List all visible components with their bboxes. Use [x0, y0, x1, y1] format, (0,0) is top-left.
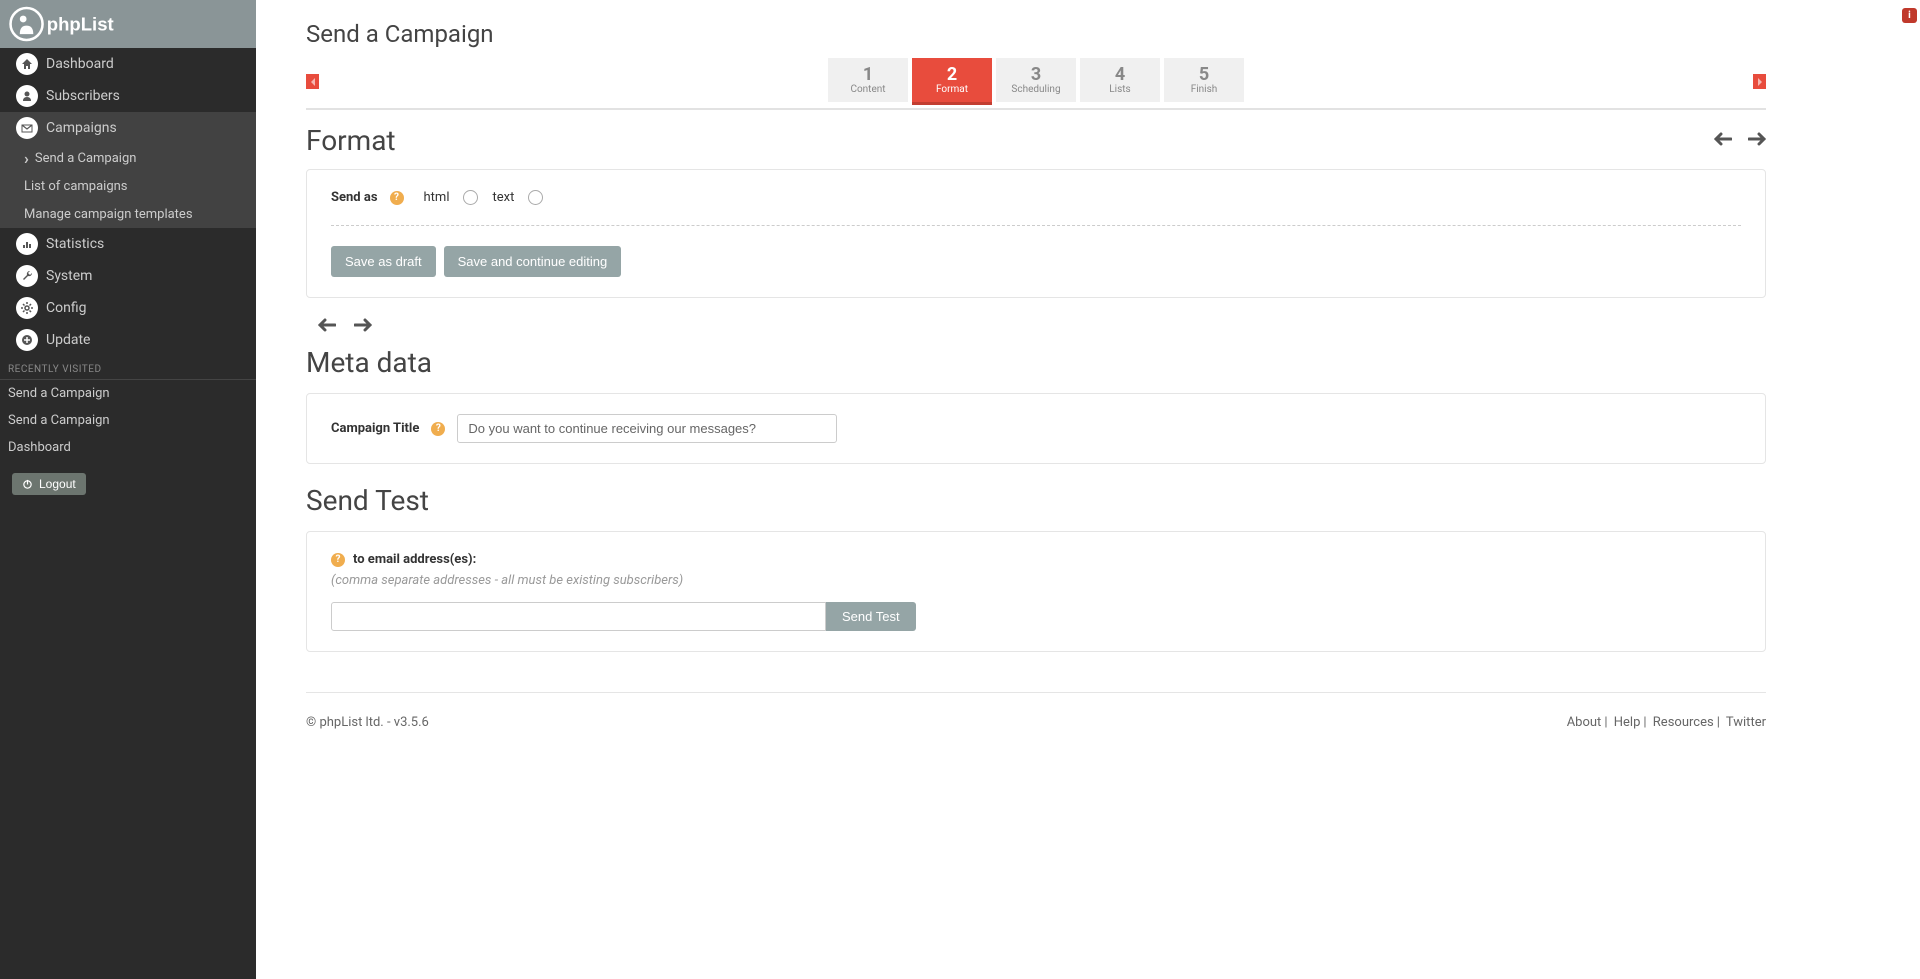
nav-label: Campaigns [46, 120, 117, 136]
subnav-label: Send a Campaign [35, 151, 137, 166]
footer-link-resources[interactable]: Resources [1653, 715, 1714, 730]
sidebar-item-dashboard[interactable]: Dashboard [0, 48, 256, 80]
step-format[interactable]: 2Format [912, 58, 992, 105]
sidebar-item-campaigns[interactable]: Campaigns [0, 112, 256, 144]
sidebar-item-config[interactable]: Config [0, 292, 256, 324]
campaign-title-input[interactable] [457, 414, 837, 443]
recent-list: Send a Campaign Send a Campaign Dashboar… [0, 380, 256, 461]
step-finish[interactable]: 5Finish [1164, 58, 1244, 102]
step-num: 1 [863, 66, 873, 84]
section-next[interactable] [1748, 132, 1766, 150]
wrench-icon [16, 265, 38, 287]
footer-version: - v3.5.6 [384, 715, 429, 730]
step-num: 5 [1199, 66, 1209, 84]
svg-text:phpList: phpList [47, 14, 114, 35]
subnav-manage-templates[interactable]: Manage campaign templates [0, 200, 256, 228]
send-test-button[interactable]: Send Test [826, 602, 916, 631]
text-option-label: text [492, 190, 514, 205]
step-num: 3 [1031, 66, 1041, 84]
step-label: Scheduling [1011, 84, 1060, 95]
footer-link-twitter[interactable]: Twitter [1726, 715, 1766, 730]
step-lists[interactable]: 4Lists [1080, 58, 1160, 102]
plus-icon [16, 329, 38, 351]
power-icon [22, 479, 33, 490]
footer-link-help[interactable]: Help [1614, 715, 1641, 730]
subnav-label: List of campaigns [24, 179, 128, 194]
test-note: (comma separate addresses - all must be … [331, 573, 1741, 588]
format-panel: Send as ? html text Save as draft Save a… [306, 169, 1766, 298]
recent-item[interactable]: Send a Campaign [0, 407, 256, 434]
gear-icon [16, 297, 38, 319]
help-icon[interactable]: ? [331, 553, 345, 567]
sidebar-item-update[interactable]: Update [0, 324, 256, 356]
nav-label: Statistics [46, 236, 104, 252]
section-prev[interactable] [1714, 132, 1732, 150]
nav-label: Update [46, 332, 90, 348]
send-as-label: Send as [331, 190, 378, 205]
step-num: 2 [947, 66, 957, 84]
recent-item[interactable]: Send a Campaign [0, 380, 256, 407]
footer: © phpList ltd. - v3.5.6 About| Help| Res… [306, 692, 1766, 752]
meta-heading: Meta data [306, 346, 1766, 379]
radio-html[interactable] [463, 190, 478, 205]
steps: 1Content 2Format 3Scheduling 4Lists 5Fin… [828, 58, 1244, 105]
wizard-bar: 1Content 2Format 3Scheduling 4Lists 5Fin… [306, 58, 1766, 105]
send-test-panel: ? to email address(es): (comma separate … [306, 531, 1766, 652]
html-option-label: html [424, 190, 450, 205]
help-icon[interactable]: ? [431, 422, 445, 436]
subnav-send-campaign[interactable]: Send a Campaign [0, 144, 256, 172]
step-label: Content [850, 84, 885, 95]
test-email-input[interactable] [331, 602, 826, 631]
home-icon [16, 53, 38, 75]
step-label: Lists [1109, 84, 1130, 95]
campaign-title-label: Campaign Title [331, 421, 419, 436]
below-next[interactable] [354, 318, 372, 336]
user-icon [16, 85, 38, 107]
page-title: Send a Campaign [306, 20, 1766, 48]
main-nav: Dashboard Subscribers Campaigns Send a C… [0, 48, 256, 356]
meta-panel: Campaign Title ? [306, 393, 1766, 464]
logout-button[interactable]: Logout [12, 473, 86, 495]
sidebar-item-statistics[interactable]: Statistics [0, 228, 256, 260]
nav-label: System [46, 268, 92, 284]
logout-label: Logout [39, 477, 76, 491]
nav-label: Config [46, 300, 86, 316]
campaigns-subnav: Send a Campaign List of campaigns Manage… [0, 144, 256, 228]
recent-section-title: RECENTLY VISITED [0, 356, 256, 380]
radio-text[interactable] [528, 190, 543, 205]
context-help-badge[interactable]: i [1902, 8, 1917, 23]
footer-copyright[interactable]: © phpList ltd. [306, 715, 384, 730]
step-label: Finish [1191, 84, 1218, 95]
nav-label: Subscribers [46, 88, 120, 104]
below-prev[interactable] [318, 318, 336, 336]
recent-item[interactable]: Dashboard [0, 434, 256, 461]
help-icon[interactable]: ? [390, 191, 404, 205]
sidebar-item-system[interactable]: System [0, 260, 256, 292]
save-continue-button[interactable]: Save and continue editing [444, 246, 622, 277]
chart-icon [16, 233, 38, 255]
sidebar-item-subscribers[interactable]: Subscribers [0, 80, 256, 112]
step-scheduling[interactable]: 3Scheduling [996, 58, 1076, 102]
sidebar: phpList Dashboard Subscribers Campaigns … [0, 0, 256, 979]
step-num: 4 [1115, 66, 1125, 84]
step-label: Format [936, 84, 968, 95]
format-heading: Format [306, 124, 396, 157]
send-test-heading: Send Test [306, 484, 1766, 517]
footer-link-about[interactable]: About [1567, 715, 1602, 730]
save-as-draft-button[interactable]: Save as draft [331, 246, 436, 277]
subnav-label: Manage campaign templates [24, 207, 193, 222]
subnav-list-campaigns[interactable]: List of campaigns [0, 172, 256, 200]
sidebar-header: phpList [0, 0, 256, 48]
step-content[interactable]: 1Content [828, 58, 908, 102]
mail-icon [16, 117, 38, 139]
wizard-next[interactable] [1753, 74, 1766, 89]
wizard-prev[interactable] [306, 74, 319, 89]
nav-label: Dashboard [46, 56, 114, 72]
phplist-logo: phpList [8, 5, 126, 43]
to-email-label: to email address(es): [353, 552, 476, 567]
